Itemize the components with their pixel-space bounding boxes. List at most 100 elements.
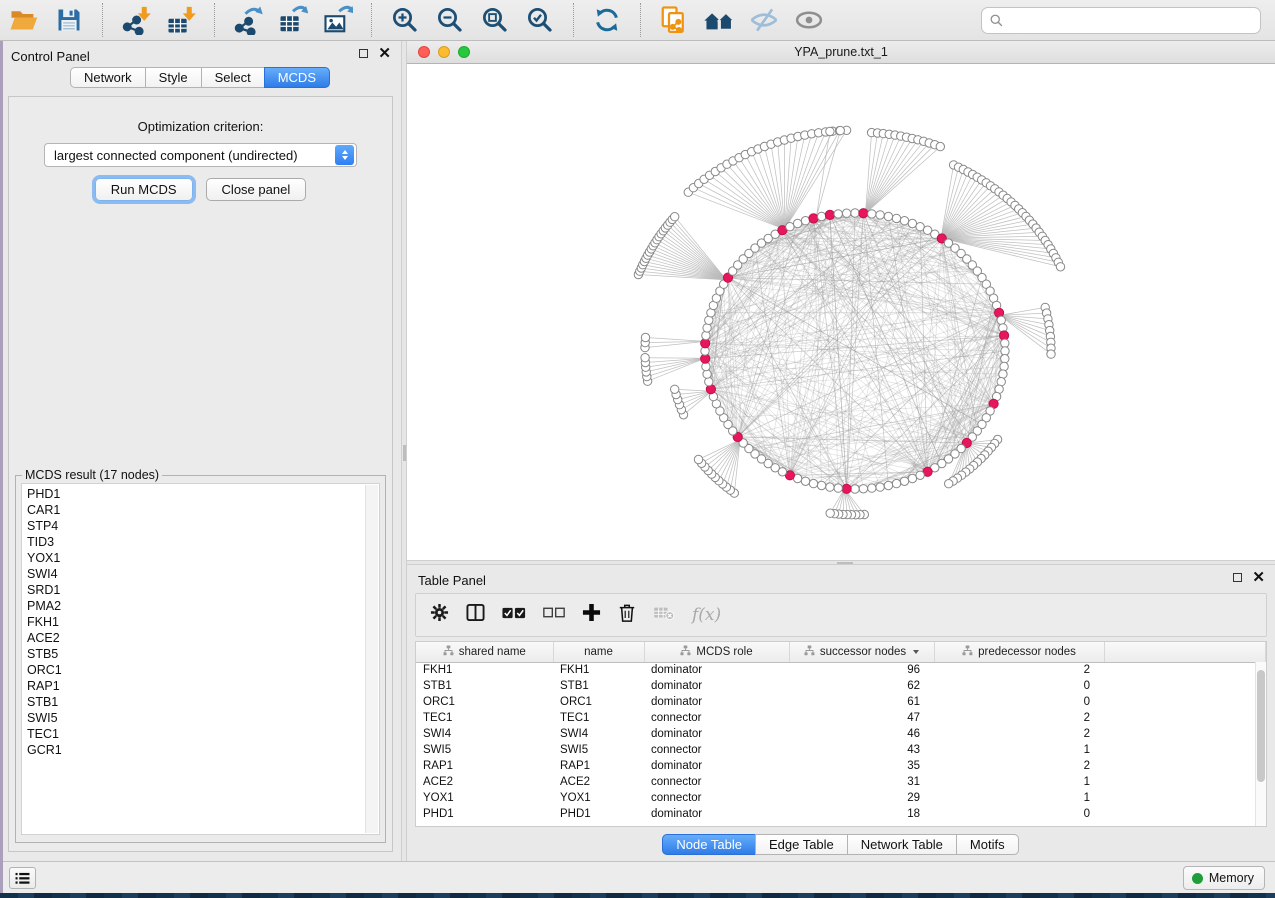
select-stepper-icon [335, 145, 354, 165]
network-titlebar[interactable]: YPA_prune.txt_1 [407, 41, 1275, 64]
column-header-MCDS-role[interactable]: MCDS role [644, 642, 789, 662]
import-table-icon[interactable] [165, 4, 197, 36]
close-panel-icon[interactable]: ✕ [378, 49, 391, 58]
delete-table-disabled-icon [653, 605, 675, 626]
column-header-filler [1104, 642, 1266, 662]
table-row[interactable]: SWI5SWI5connector431 [416, 742, 1266, 758]
first-neighbors-icon[interactable] [703, 4, 735, 36]
delete-columns-icon[interactable] [618, 603, 636, 628]
hide-selected-icon[interactable] [748, 4, 780, 36]
tab-mcds[interactable]: MCDS [264, 67, 330, 88]
list-item[interactable]: STB1 [27, 694, 379, 710]
desktop-wallpaper [0, 893, 1275, 898]
save-session-icon[interactable] [53, 4, 85, 36]
open-file-icon[interactable] [8, 4, 40, 36]
close-table-panel-icon[interactable]: ✕ [1252, 573, 1265, 582]
table-panel-title: Table Panel [418, 573, 486, 588]
list-item[interactable]: SWI4 [27, 566, 379, 582]
column-header-shared-name[interactable]: shared name [416, 642, 553, 662]
run-mcds-button[interactable]: Run MCDS [95, 178, 193, 201]
search-input[interactable] [1009, 13, 1260, 28]
list-item[interactable]: FKH1 [27, 614, 379, 630]
show-all-icon[interactable] [793, 4, 825, 36]
list-item[interactable]: TEC1 [27, 726, 379, 742]
list-item[interactable]: ACE2 [27, 630, 379, 646]
search-field[interactable] [981, 7, 1261, 34]
table-tab-network-table[interactable]: Network Table [847, 834, 957, 855]
list-item[interactable]: SWI5 [27, 710, 379, 726]
window-minimize-icon[interactable] [438, 46, 450, 58]
table-scrollbar[interactable] [1255, 662, 1266, 826]
zoom-out-icon[interactable] [434, 4, 466, 36]
task-history-button[interactable] [9, 867, 36, 889]
list-item[interactable]: CAR1 [27, 502, 379, 518]
float-table-panel-icon[interactable] [1233, 573, 1242, 582]
zoom-selected-icon[interactable] [524, 4, 556, 36]
close-panel-button[interactable]: Close panel [206, 178, 307, 201]
table-row[interactable]: SWI4SWI4dominator462 [416, 726, 1266, 742]
tab-network[interactable]: Network [70, 67, 146, 88]
toggle-panel-layout-icon[interactable] [466, 603, 485, 627]
shared-column-icon [804, 645, 815, 659]
scrollbar-thumb[interactable] [1257, 670, 1265, 782]
list-item[interactable]: ORC1 [27, 662, 379, 678]
table-row[interactable]: RAP1RAP1dominator352 [416, 758, 1266, 774]
table-row[interactable]: STB1STB1dominator620 [416, 678, 1266, 694]
export-image-icon[interactable] [322, 4, 354, 36]
create-network-from-selection-icon[interactable] [658, 4, 690, 36]
list-item[interactable]: TID3 [27, 534, 379, 550]
table-row[interactable]: PHD1PHD1dominator180 [416, 806, 1266, 822]
list-item[interactable]: SRD1 [27, 582, 379, 598]
zoom-in-icon[interactable] [389, 4, 421, 36]
column-header-name[interactable]: name [553, 642, 644, 662]
add-column-icon[interactable] [582, 603, 601, 627]
list-item[interactable]: RAP1 [27, 678, 379, 694]
window-close-icon[interactable] [418, 46, 430, 58]
zoom-fit-icon[interactable] [479, 4, 511, 36]
tab-style[interactable]: Style [145, 67, 202, 88]
list-item[interactable]: GCR1 [27, 742, 379, 758]
main-toolbar [0, 0, 1275, 41]
control-panel: Control Panel ✕ NetworkStyleSelectMCDS O… [0, 41, 401, 861]
refresh-icon[interactable] [591, 4, 623, 36]
table-tab-node-table[interactable]: Node Table [662, 834, 756, 855]
select-all-checkboxes-icon[interactable] [502, 606, 526, 625]
toolbar-separator [573, 3, 574, 37]
toolbar-separator [371, 3, 372, 37]
toolbar-separator [102, 3, 103, 37]
optimization-criterion-value: largest connected component (undirected) [45, 148, 335, 163]
network-view[interactable] [407, 64, 1275, 560]
table-tab-motifs[interactable]: Motifs [956, 834, 1019, 855]
list-item[interactable]: STB5 [27, 646, 379, 662]
window-zoom-icon[interactable] [458, 46, 470, 58]
result-scrollbar[interactable] [365, 485, 378, 833]
memory-button[interactable]: Memory [1183, 866, 1265, 890]
control-panel-title: Control Panel [11, 49, 90, 64]
table-row[interactable]: TEC1TEC1connector472 [416, 710, 1266, 726]
table-panel: Table Panel ✕ f(x) share [407, 565, 1275, 861]
column-header-predecessor-nodes[interactable]: predecessor nodes [934, 642, 1104, 662]
column-header-successor-nodes[interactable]: successor nodes [789, 642, 934, 662]
tab-select[interactable]: Select [201, 67, 265, 88]
table-row[interactable]: YOX1YOX1connector291 [416, 790, 1266, 806]
mcds-result-group: MCDS result (17 nodes) PHD1CAR1STP4TID3Y… [15, 468, 386, 843]
shared-column-icon [962, 645, 973, 659]
export-table-icon[interactable] [277, 4, 309, 36]
toolbar-separator [640, 3, 641, 37]
table-row[interactable]: FKH1FKH1dominator962 [416, 662, 1266, 678]
export-network-icon[interactable] [232, 4, 264, 36]
import-network-icon[interactable] [120, 4, 152, 36]
node-table-container: shared namenameMCDS rolesuccessor nodesp… [415, 641, 1267, 827]
table-row[interactable]: ORC1ORC1dominator610 [416, 694, 1266, 710]
table-tab-edge-table[interactable]: Edge Table [755, 834, 848, 855]
list-item[interactable]: YOX1 [27, 550, 379, 566]
list-item[interactable]: STP4 [27, 518, 379, 534]
list-item[interactable]: PMA2 [27, 598, 379, 614]
table-settings-gear-icon[interactable] [430, 603, 449, 627]
float-panel-icon[interactable] [359, 49, 368, 58]
deselect-all-checkboxes-icon[interactable] [543, 606, 565, 624]
optimization-criterion-select[interactable]: largest connected component (undirected) [44, 143, 357, 167]
table-row[interactable]: ACE2ACE2connector311 [416, 774, 1266, 790]
sort-desc-icon [913, 650, 919, 654]
list-item[interactable]: PHD1 [27, 486, 379, 502]
